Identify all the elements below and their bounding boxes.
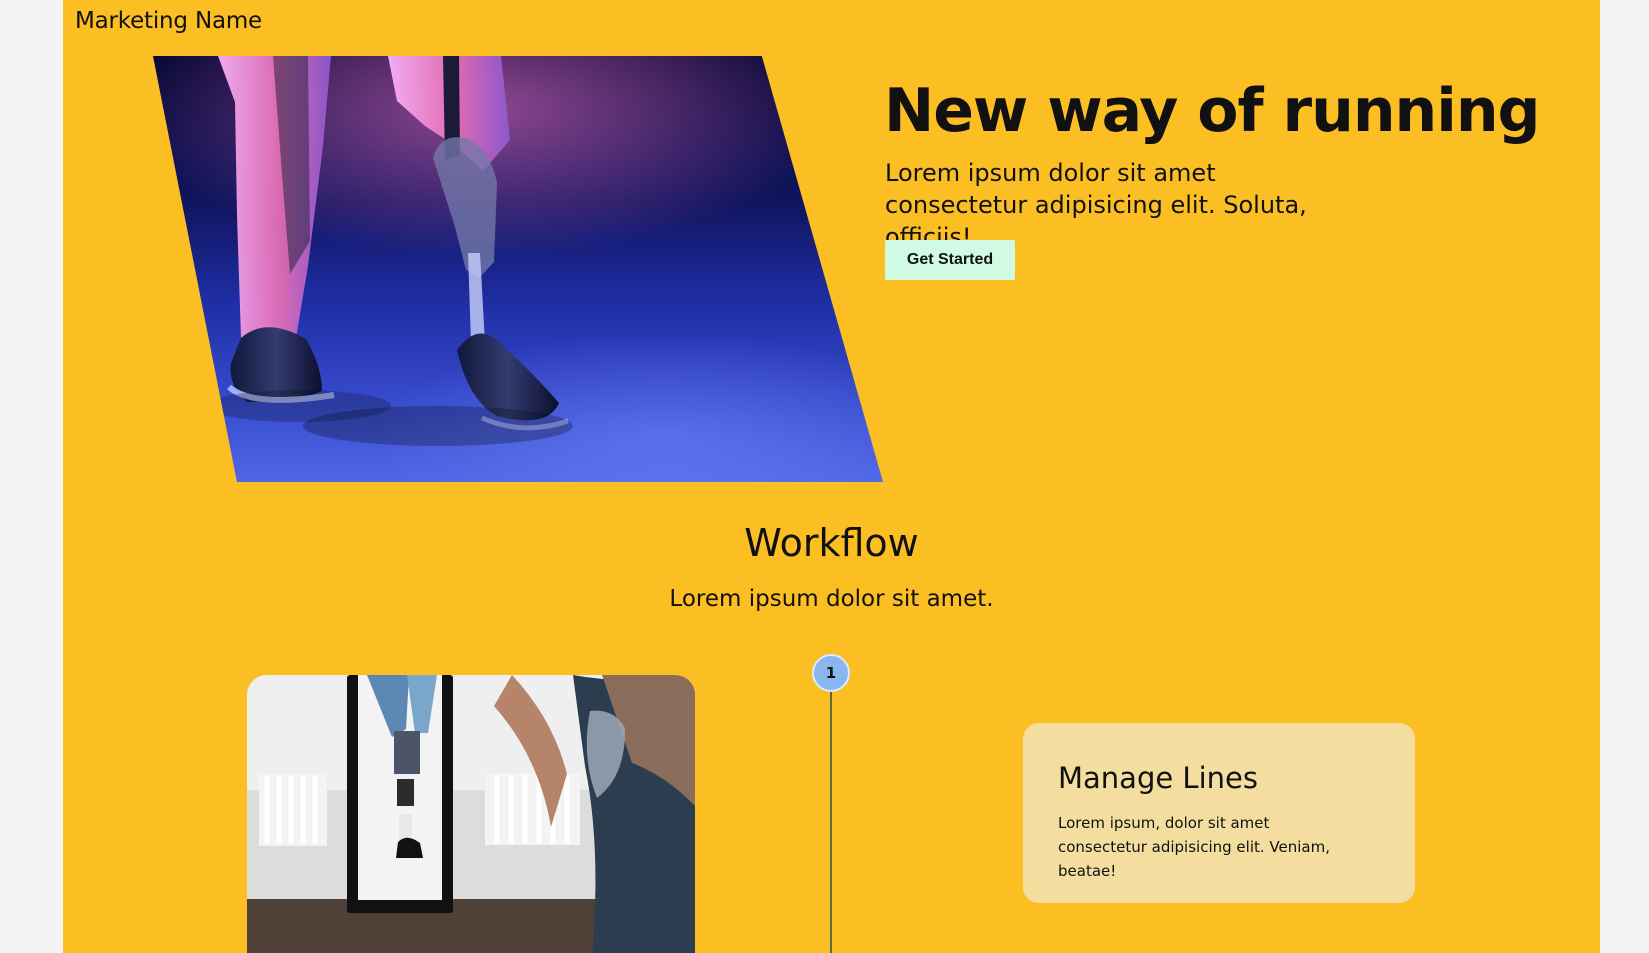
- step-number-badge: 1: [812, 654, 850, 692]
- step-card-description: Lorem ipsum, dolor sit amet consectetur …: [1058, 814, 1330, 880]
- workflow-title: Workflow: [744, 521, 919, 565]
- step-card-title: Manage Lines: [1058, 761, 1258, 795]
- hero-image: [153, 56, 883, 482]
- get-started-button[interactable]: Get Started: [885, 240, 1015, 280]
- workflow-subtitle: Lorem ipsum dolor sit amet.: [669, 586, 994, 612]
- brand-name[interactable]: Marketing Name: [75, 8, 262, 34]
- step-card: Manage Lines Lorem ipsum, dolor sit amet…: [1023, 723, 1415, 903]
- marketing-page: Marketing Name New way of running Lorem …: [63, 0, 1600, 953]
- step-photo: [247, 675, 695, 953]
- hero-description: Lorem ipsum dolor sit amet consectetur a…: [885, 159, 1307, 251]
- hero-title: New way of running: [884, 76, 1540, 146]
- timeline-line: [830, 690, 832, 953]
